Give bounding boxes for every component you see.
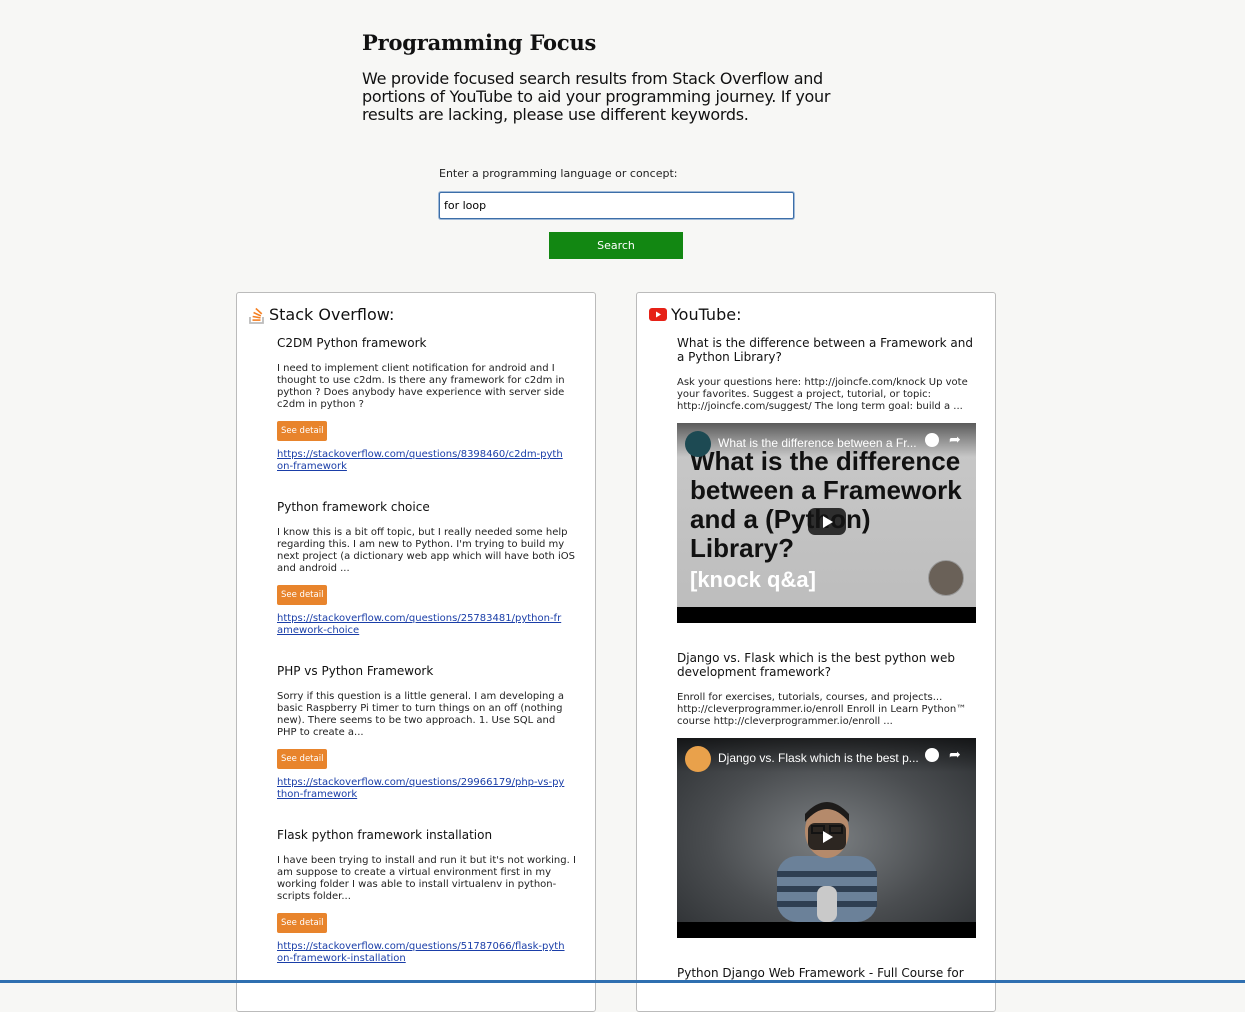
yt-result-desc: Enroll for exercises, tutorials, courses… (677, 692, 967, 727)
yt-result-title: Python Django Web Framework - Full Cours… (677, 966, 964, 980)
page-title: Programming Focus (362, 30, 597, 55)
so-result-title: C2DM Python framework (277, 336, 427, 350)
page-header: Programming Focus We provide focused sea… (362, 30, 842, 124)
so-result-item: Flask python framework installation I ha… (277, 828, 577, 965)
share-icon[interactable]: ➦ (949, 746, 961, 763)
so-result-title: PHP vs Python Framework (277, 664, 434, 678)
so-result-title: Python framework choice (277, 500, 430, 514)
watch-later-icon[interactable] (925, 433, 939, 447)
so-result-title: Flask python framework installation (277, 828, 493, 842)
video-overlay-title: What is the difference between a Framewo… (690, 446, 962, 563)
video-player[interactable]: What is the difference between a Framewo… (677, 423, 976, 623)
so-result-link[interactable]: https://stackoverflow.com/questions/2996… (277, 777, 567, 801)
youtube-panel: YouTube: What is the difference between … (636, 292, 996, 1012)
so-result-desc: I have been trying to install and run it… (277, 855, 576, 902)
watch-later-icon[interactable] (925, 748, 939, 762)
see-detail-button[interactable]: See detail (277, 421, 328, 441)
yt-result-title: Django vs. Flask which is the best pytho… (677, 651, 955, 679)
yt-result-title: What is the difference between a Framewo… (677, 336, 973, 364)
so-result-link[interactable]: https://stackoverflow.com/questions/2578… (277, 613, 567, 637)
so-result-item: C2DM Python framework I need to implemen… (277, 336, 577, 473)
so-result-item: PHP vs Python Framework Sorry if this qu… (277, 664, 577, 801)
so-result-desc: I need to implement client notification … (277, 363, 565, 410)
search-label: Enter a programming language or concept: (439, 167, 678, 180)
stackoverflow-panel: Stack Overflow: C2DM Python framework I … (236, 292, 596, 1012)
yt-result-item: Django vs. Flask which is the best pytho… (677, 651, 977, 938)
youtube-icon (649, 308, 667, 321)
presenter-image (777, 802, 877, 922)
page-subtitle: We provide focused search results from S… (362, 69, 831, 124)
yt-result-desc: Ask your questions here: http://joincfe.… (677, 377, 968, 412)
channel-avatar[interactable] (685, 746, 711, 772)
channel-avatar[interactable] (685, 431, 711, 457)
video-player[interactable]: Django vs. Flask which is the best p... … (677, 738, 976, 938)
so-result-item: Python framework choice I know this is a… (277, 500, 577, 637)
stackoverflow-header: Stack Overflow: (249, 305, 394, 324)
yt-result-item: Python Django Web Framework - Full Cours… (677, 966, 977, 980)
search-input[interactable] (439, 192, 794, 219)
see-detail-button[interactable]: See detail (277, 585, 328, 605)
share-icon[interactable]: ➦ (949, 431, 961, 448)
play-button-icon[interactable] (808, 508, 846, 535)
video-title[interactable]: Django vs. Flask which is the best p... (718, 751, 919, 765)
youtube-heading: YouTube: (671, 305, 742, 324)
so-result-link[interactable]: https://stackoverflow.com/questions/8398… (277, 449, 567, 473)
video-title[interactable]: What is the difference between a Fr... (718, 436, 917, 450)
stackoverflow-icon (249, 306, 265, 324)
search-button[interactable]: Search (549, 232, 683, 259)
so-result-desc: Sorry if this question is a little gener… (277, 691, 565, 738)
presenter-avatar (928, 560, 964, 596)
stackoverflow-heading: Stack Overflow: (269, 305, 395, 324)
see-detail-button[interactable]: See detail (277, 913, 328, 933)
see-detail-button[interactable]: See detail (277, 749, 328, 769)
yt-result-item: What is the difference between a Framewo… (677, 336, 977, 623)
youtube-header: YouTube: (649, 305, 741, 324)
so-result-link[interactable]: https://stackoverflow.com/questions/5178… (277, 941, 567, 965)
play-button-icon[interactable] (808, 823, 846, 850)
so-result-desc: I know this is a bit off topic, but I re… (277, 527, 576, 574)
